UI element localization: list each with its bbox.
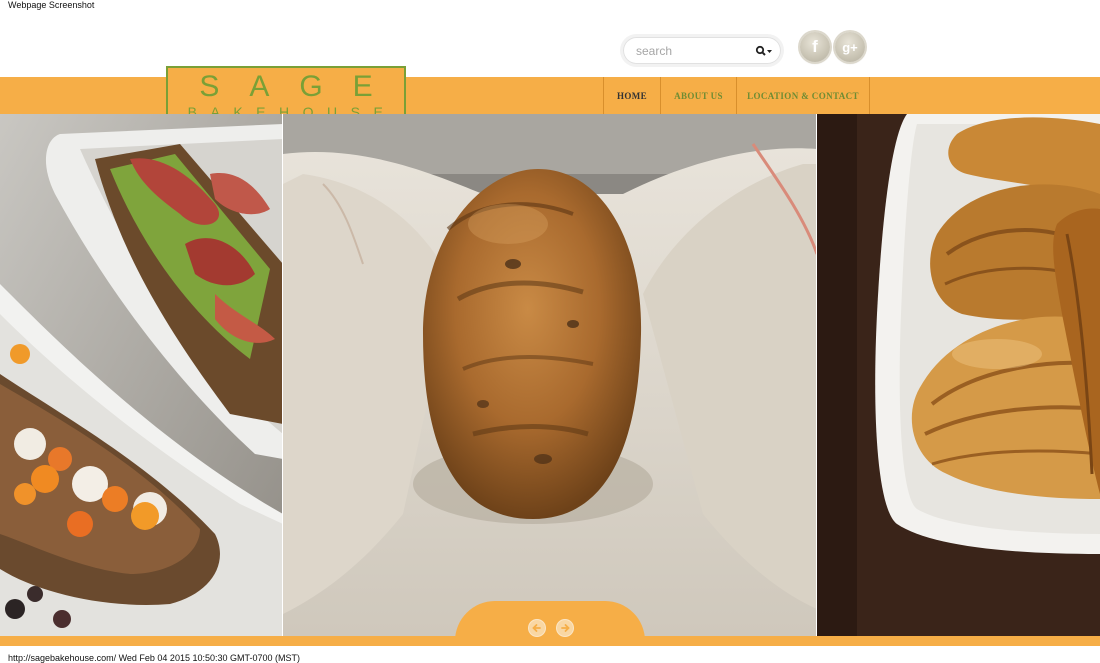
search-input[interactable] bbox=[636, 42, 746, 59]
gallery-photo-bruschetta bbox=[0, 114, 283, 636]
google-plus-icon[interactable]: g+ bbox=[835, 32, 865, 62]
nav-item-location-contact[interactable]: LOCATION & CONTACT bbox=[737, 77, 870, 114]
arrow-right-icon[interactable] bbox=[556, 619, 574, 637]
google-plus-glyph: g+ bbox=[842, 39, 858, 55]
nav-bar: HOME ABOUT US LOCATION & CONTACT bbox=[0, 77, 1100, 114]
nav-item-label: LOCATION & CONTACT bbox=[747, 90, 859, 101]
logo-title: SAGE bbox=[199, 70, 403, 103]
gallery-photo-croissants bbox=[817, 114, 1100, 636]
nav-item-label: HOME bbox=[616, 90, 648, 101]
arrow-left-icon[interactable] bbox=[528, 619, 546, 637]
facebook-glyph: f bbox=[812, 37, 818, 56]
gallery-photo-bread-loaf bbox=[283, 114, 817, 636]
slider-controls bbox=[455, 601, 645, 641]
facebook-icon[interactable]: f bbox=[800, 32, 830, 62]
nav-item-label: ABOUT US bbox=[674, 90, 723, 101]
main-nav: HOME ABOUT US LOCATION & CONTACT bbox=[603, 77, 870, 114]
nav-item-about-us[interactable]: ABOUT US bbox=[661, 77, 737, 114]
nav-item-home[interactable]: HOME bbox=[604, 77, 661, 114]
search-icon[interactable] bbox=[754, 43, 774, 59]
screenshot-caption-top: Webpage Screenshot bbox=[8, 0, 95, 10]
search-box bbox=[623, 37, 781, 64]
image-slider bbox=[0, 114, 1100, 636]
screenshot-caption-bottom: http://sagebakehouse.com/ Wed Feb 04 201… bbox=[8, 653, 300, 663]
